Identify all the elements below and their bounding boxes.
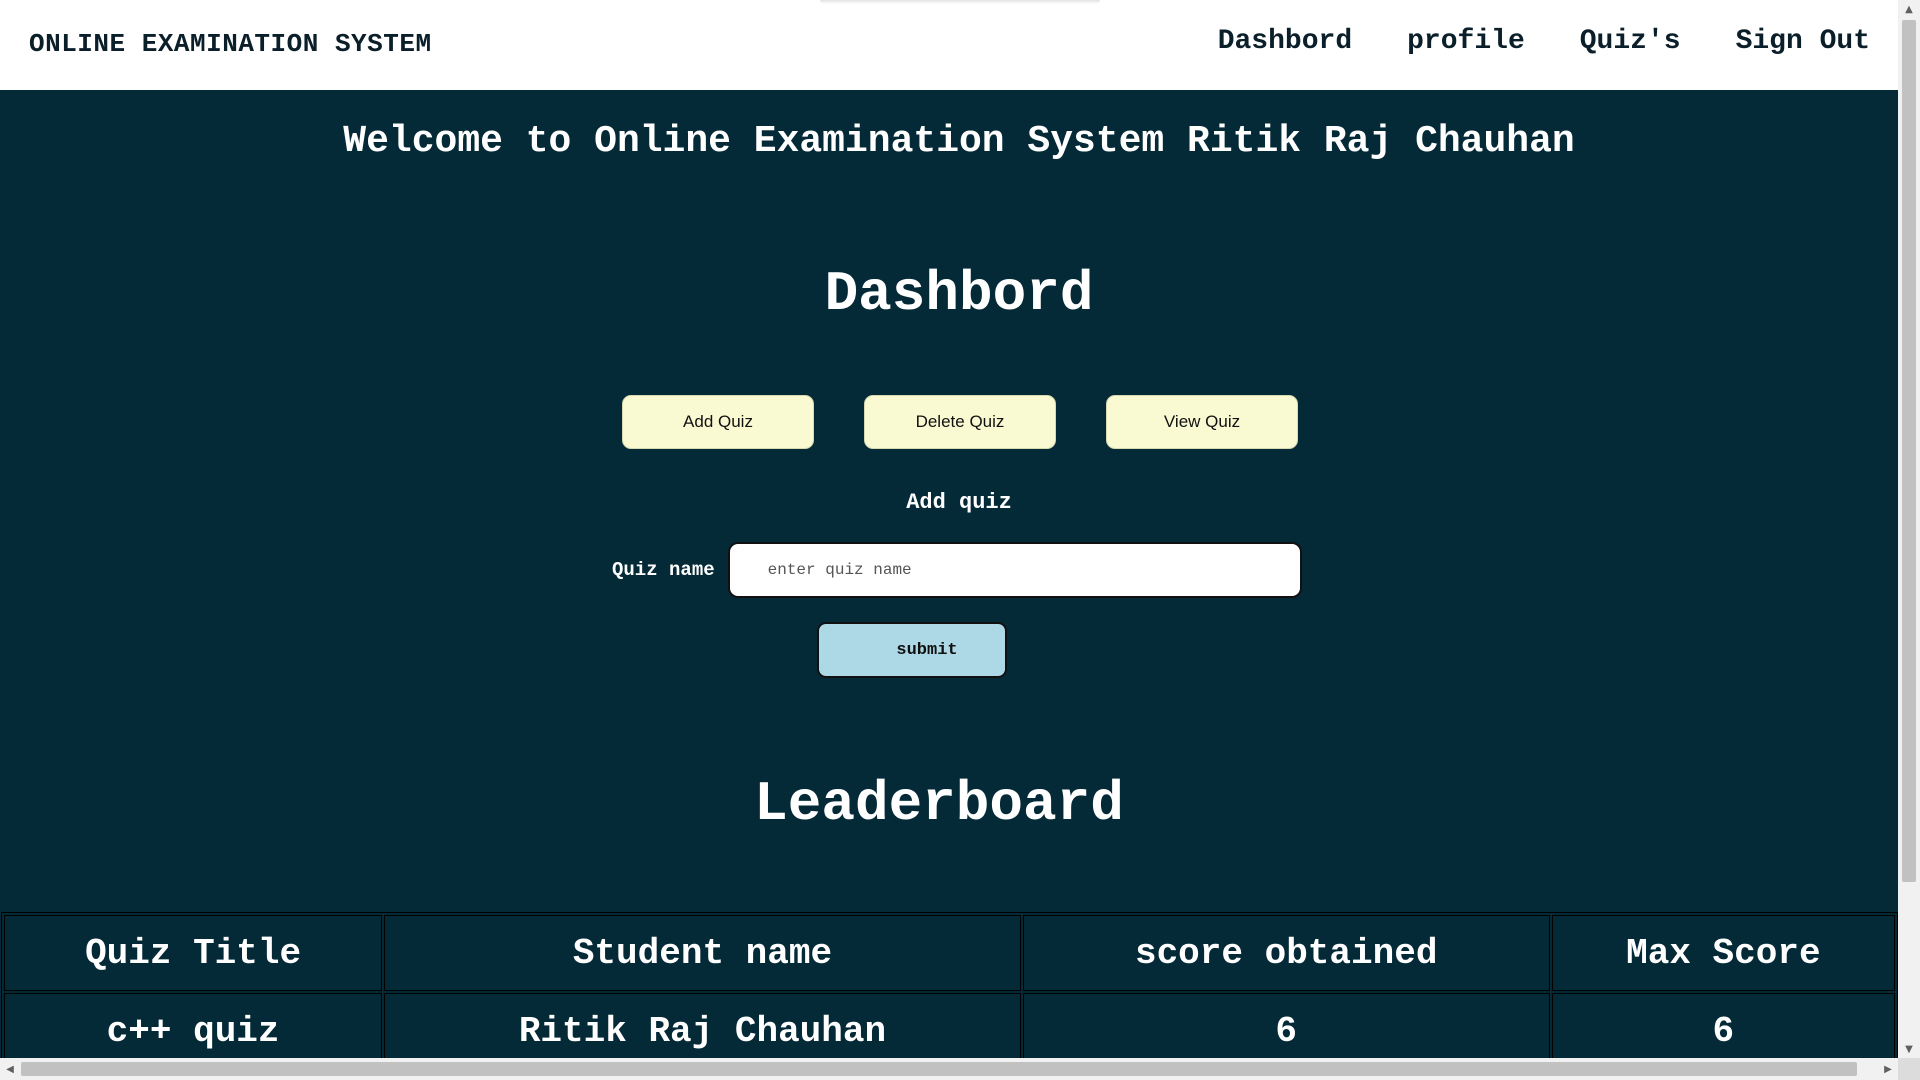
- quiz-name-label: Quiz name: [612, 559, 715, 581]
- nav-quizzes-link[interactable]: Quiz's: [1580, 26, 1681, 57]
- horizontal-scroll-thumb[interactable]: [21, 1062, 1857, 1076]
- add-quiz-form-title: Add quiz: [906, 490, 1012, 515]
- table-row: c++ quiz Ritik Raj Chauhan 6 6: [4, 993, 1895, 1058]
- leaderboard-table-wrapper: Quiz Title Student name score obtained M…: [1, 912, 1898, 1058]
- column-header-score-obtained: score obtained: [1022, 915, 1550, 991]
- column-header-max-score: Max Score: [1551, 915, 1895, 991]
- nav-profile-link[interactable]: profile: [1407, 26, 1525, 57]
- column-header-quiz-title: Quiz Title: [4, 915, 383, 991]
- cell-student-name: Ritik Raj Chauhan: [384, 993, 1021, 1058]
- scrollbar-corner: [1898, 1058, 1920, 1080]
- header-shadow: [820, 0, 1100, 4]
- quiz-name-form-row: Quiz name: [612, 542, 1302, 598]
- top-navbar: ONLINE EXAMINATION SYSTEM Dashbord profi…: [0, 0, 1898, 90]
- brand-title: ONLINE EXAMINATION SYSTEM: [29, 29, 432, 59]
- welcome-message: Welcome to Online Examination System Rit…: [343, 120, 1575, 163]
- nav-sign-out-link[interactable]: Sign Out: [1736, 26, 1870, 57]
- delete-quiz-button[interactable]: Delete Quiz: [864, 395, 1056, 449]
- horizontal-scrollbar[interactable]: ◀ ▶: [0, 1058, 1920, 1080]
- column-header-student-name: Student name: [384, 915, 1021, 991]
- vertical-scrollbar[interactable]: ▲ ▼: [1898, 0, 1920, 1058]
- leaderboard-title: Leaderboard: [754, 772, 1124, 836]
- scroll-down-arrow-icon[interactable]: ▼: [1898, 1040, 1920, 1058]
- scroll-left-arrow-icon[interactable]: ◀: [0, 1058, 20, 1080]
- nav-dashboard-link[interactable]: Dashbord: [1218, 26, 1352, 57]
- cell-quiz-title: c++ quiz: [4, 993, 383, 1058]
- page-viewport: ONLINE EXAMINATION SYSTEM Dashbord profi…: [0, 0, 1898, 1058]
- submit-button[interactable]: submit: [817, 622, 1007, 678]
- add-quiz-button[interactable]: Add Quiz: [622, 395, 814, 449]
- quiz-name-input[interactable]: [727, 542, 1302, 598]
- scroll-up-arrow-icon[interactable]: ▲: [1898, 0, 1920, 18]
- quiz-action-buttons: Add Quiz Delete Quiz View Quiz: [622, 395, 1298, 449]
- cell-max-score: 6: [1551, 993, 1895, 1058]
- leaderboard-table: Quiz Title Student name score obtained M…: [1, 912, 1898, 1058]
- nav-menu: Dashbord profile Quiz's Sign Out: [1218, 26, 1870, 57]
- cell-score-obtained: 6: [1022, 993, 1550, 1058]
- dashboard-title: Dashbord: [824, 262, 1094, 326]
- scroll-right-arrow-icon[interactable]: ▶: [1878, 1058, 1898, 1080]
- view-quiz-button[interactable]: View Quiz: [1106, 395, 1298, 449]
- table-header-row: Quiz Title Student name score obtained M…: [4, 915, 1895, 991]
- vertical-scroll-thumb[interactable]: [1902, 20, 1916, 882]
